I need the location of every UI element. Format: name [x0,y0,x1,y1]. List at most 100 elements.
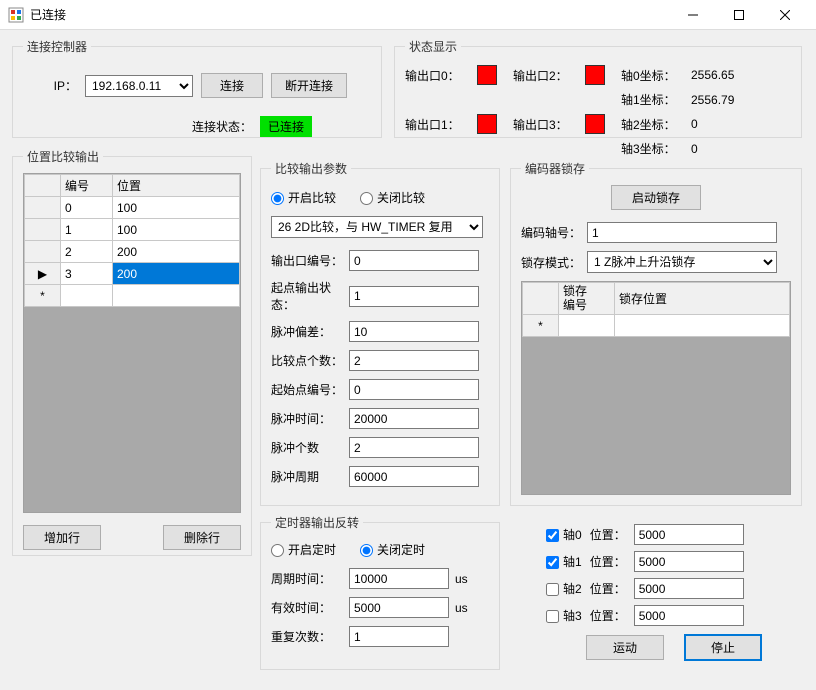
start-latch-button[interactable]: 启动锁存 [611,185,701,210]
axis1-value: 2556.79 [691,93,761,107]
pulse-count-label: 脉冲个数 [271,439,349,456]
pulse-time-input[interactable] [349,408,479,429]
motion-panel: 轴0 位置： 轴1 位置： 轴2 位置： 轴3 位置： 运动 停止 [546,524,802,661]
status-group: 状态显示 输出口0： 输出口2： 轴0坐标： 2556.65 轴1坐标： 255… [394,38,802,138]
row-new-marker: * [25,285,61,307]
latch-mode-combo[interactable]: 1 Z脉冲上升沿锁存 [587,251,777,273]
pos-grid-header: 编号 位置 [25,175,240,197]
pulse-time-label: 脉冲时间： [271,410,349,427]
pos-table-legend: 位置比较输出 [23,148,103,165]
maximize-button[interactable] [716,0,762,30]
period-input[interactable] [349,568,449,589]
table-row-new[interactable]: * [25,285,240,307]
out3-label: 输出口3： [513,116,579,133]
repeat-input[interactable] [349,626,449,647]
pulse-offset-label: 脉冲偏差： [271,323,349,340]
pulse-count-input[interactable] [349,437,479,458]
axis1-check[interactable]: 轴1 [546,553,582,570]
add-row-button[interactable]: 增加行 [23,525,101,550]
status-legend: 状态显示 [405,38,461,55]
latch-grid-header: 锁存 编号 锁存位置 [523,283,790,315]
latch-axis-label: 编码轴号： [521,224,587,241]
latch-axis-input[interactable] [587,222,777,243]
table-row[interactable]: 2 200 [25,241,240,263]
period-unit: us [455,572,468,586]
out1-label: 输出口1： [405,116,471,133]
stop-button[interactable]: 停止 [684,634,762,661]
latch-group: 编码器锁存 启动锁存 编码轴号： 锁存模式： 1 Z脉冲上升沿锁存 锁存 编号 … [510,160,802,506]
table-row[interactable]: 0 100 [25,197,240,219]
table-row[interactable]: ▶ 3 200 [25,263,240,285]
start-state-input[interactable] [349,286,479,307]
axis2-check[interactable]: 轴2 [546,580,582,597]
repeat-label: 重复次数： [271,628,349,645]
pos-grid[interactable]: 编号 位置 0 100 1 100 [23,173,241,513]
out1-indicator [477,114,497,134]
connect-button[interactable]: 连接 [201,73,263,98]
axis3-value: 0 [691,142,761,156]
latch-grid[interactable]: 锁存 编号 锁存位置 * [521,281,791,495]
timer-off-radio[interactable]: 关闭定时 [360,541,425,558]
compare-off-radio[interactable]: 关闭比较 [360,189,425,206]
ip-label: IP： [23,77,77,94]
minimize-button[interactable] [670,0,716,30]
valid-label: 有效时间： [271,599,349,616]
pos-label-2: 位置： [590,580,626,597]
point-count-label: 比较点个数： [271,352,349,369]
pos-label-1: 位置： [590,553,626,570]
valid-unit: us [455,601,468,615]
app-icon [8,7,24,23]
table-row-new[interactable]: * [523,315,790,337]
conn-status-value: 已连接 [260,116,312,137]
run-button[interactable]: 运动 [586,635,664,660]
close-button[interactable] [762,0,808,30]
timer-legend: 定时器输出反转 [271,514,363,531]
out2-indicator [585,65,605,85]
timer-on-radio[interactable]: 开启定时 [271,541,336,558]
out3-indicator [585,114,605,134]
axis2-label: 轴2坐标： [621,116,685,133]
disconnect-button[interactable]: 断开连接 [271,73,347,98]
period-label: 周期时间： [271,570,349,587]
out-index-input[interactable] [349,250,479,271]
out-index-label: 输出口编号： [271,252,349,269]
pulse-offset-input[interactable] [349,321,479,342]
connection-group: 连接控制器 IP： 192.168.0.11 连接 断开连接 连接状态： 已连接 [12,38,382,138]
table-row[interactable]: 1 100 [25,219,240,241]
pos1-input[interactable] [634,551,744,572]
pulse-period-input[interactable] [349,466,479,487]
pos-label-3: 位置： [590,607,626,624]
latch-col-pos: 锁存位置 [615,283,790,315]
axis1-label: 轴1坐标： [621,91,685,108]
title-bar: 已连接 [0,0,816,30]
del-row-button[interactable]: 删除行 [163,525,241,550]
compare-legend: 比较输出参数 [271,160,351,177]
compare-group: 比较输出参数 开启比较 关闭比较 26 2D比较，与 HW_TIMER 复用 输… [260,160,500,506]
compare-mode-combo[interactable]: 26 2D比较，与 HW_TIMER 复用 [271,216,483,238]
connection-legend: 连接控制器 [23,38,91,55]
compare-on-radio[interactable]: 开启比较 [271,189,336,206]
axis0-check[interactable]: 轴0 [546,526,582,543]
row-new-marker: * [523,315,559,337]
window-title: 已连接 [30,6,670,23]
axis3-label: 轴3坐标： [621,140,685,157]
pos-label-0: 位置： [590,526,626,543]
pos-col-index: 编号 [61,175,113,197]
pos-table-group: 位置比较输出 编号 位置 0 100 [12,148,252,556]
row-selected-marker: ▶ [25,263,61,285]
ip-combo[interactable]: 192.168.0.11 [85,75,193,97]
point-count-input[interactable] [349,350,479,371]
pos3-input[interactable] [634,605,744,626]
pos0-input[interactable] [634,524,744,545]
latch-mode-label: 锁存模式： [521,254,587,271]
start-point-input[interactable] [349,379,479,400]
pos2-input[interactable] [634,578,744,599]
out0-indicator [477,65,497,85]
out0-label: 输出口0： [405,67,471,84]
start-state-label: 起点输出状态： [271,279,349,313]
out2-label: 输出口2： [513,67,579,84]
pos-col-pos: 位置 [113,175,240,197]
axis3-check[interactable]: 轴3 [546,607,582,624]
valid-input[interactable] [349,597,449,618]
pulse-period-label: 脉冲周期 [271,468,349,485]
